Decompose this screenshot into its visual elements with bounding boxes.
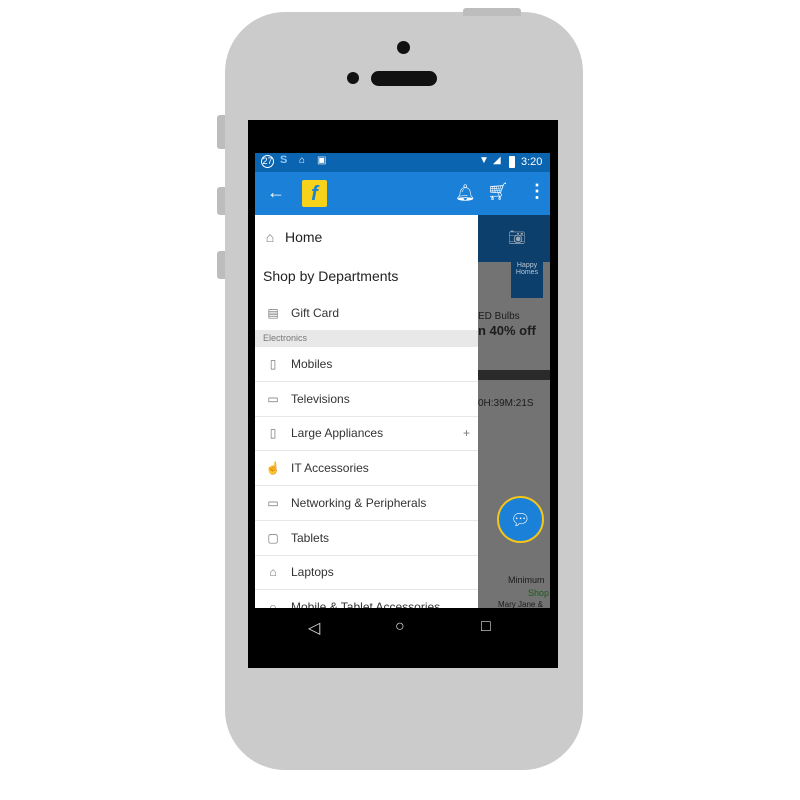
drawer-item[interactable]: ▭ Networking & Peripherals	[255, 486, 478, 521]
back-nav-icon[interactable]: ◁	[308, 618, 320, 638]
home-nav-icon[interactable]: ○	[395, 618, 405, 636]
mobile-icon: ▯	[269, 357, 277, 371]
app-bar: ← f 🔔︎ 🛒︎ ⋮	[255, 172, 550, 215]
drawer-item-label: Large Appliances	[291, 426, 384, 441]
drawer-item[interactable]: ▭ Televisions	[255, 382, 478, 417]
banner-line: ED Bulbs	[478, 311, 520, 322]
navigation-drawer: ⌂ Home Shop by Departments ▤ Gift Card E…	[255, 215, 478, 608]
drawer-item-label: Laptops	[291, 565, 334, 580]
headphones-icon: ∩	[268, 599, 278, 608]
mouse-icon: ☝	[265, 461, 281, 476]
gift-card-label: Gift Card	[291, 305, 340, 320]
notification-badge-icon: 27	[261, 155, 274, 168]
image-icon: ▣	[317, 155, 327, 166]
back-arrow-icon[interactable]: ←	[267, 182, 285, 203]
section-title: Shop by Departments	[263, 268, 399, 284]
bell-icon[interactable]: 🔔︎	[455, 183, 475, 203]
drawer-item[interactable]: ▢ Tablets	[255, 521, 478, 556]
chat-icon: 💬︎	[510, 511, 531, 529]
front-camera	[397, 41, 410, 54]
android-nav-bar: ◁ ○ □	[255, 608, 550, 648]
drawer-item[interactable]: ▯ Large Appliances +	[255, 416, 478, 452]
power-button	[463, 8, 521, 16]
drawer-item[interactable]: ☝ IT Accessories	[255, 451, 478, 487]
drawer-item-label: Networking & Peripherals	[291, 495, 427, 510]
drawer-item[interactable]: ⌂ Laptops	[255, 555, 478, 591]
printer-icon: ▭	[267, 495, 279, 510]
battery-icon	[509, 156, 515, 168]
drawer-item[interactable]: ∩ Mobile & Tablet Accessories	[255, 590, 478, 608]
status-bar: 27 S ⌂ ▣ ▼ ◢ 3:20	[255, 153, 550, 172]
more-options-icon[interactable]: ⋮	[528, 181, 546, 202]
brand-text: Mary Jane &	[498, 600, 543, 608]
tablet-icon: ▢	[267, 530, 279, 545]
drawer-scrim[interactable]: 📷︎ Happy Homes ED Bulbs n 40% off 0H:39M…	[478, 215, 550, 608]
cleaner-icon: ⌂	[299, 155, 306, 166]
clock: 3:20	[521, 156, 543, 168]
recents-nav-icon[interactable]: □	[481, 618, 491, 636]
screen: 27 S ⌂ ▣ ▼ ◢ 3:20 ← f 🔔︎ 🛒︎ ⋮ 📷︎ Happy H…	[255, 153, 550, 608]
drawer-item-label: Mobile & Tablet Accessories	[291, 599, 441, 608]
drawer-gift-card[interactable]: ▤ Gift Card	[255, 295, 478, 330]
deal-timer: 0H:39M:21S	[478, 398, 534, 409]
fridge-icon: ▯	[269, 426, 277, 441]
wifi-icon: ▼	[479, 155, 489, 166]
tv-icon: ▭	[267, 391, 279, 406]
volume-down-button	[217, 251, 225, 279]
drawer-item-label: IT Accessories	[291, 461, 369, 476]
s-app-icon: S	[280, 154, 288, 166]
drawer-item-label: Tablets	[291, 530, 330, 545]
drawer-item-label: Televisions	[291, 391, 350, 406]
home-label: Home	[285, 228, 323, 245]
chat-fab[interactable]: 💬︎	[497, 496, 544, 543]
gift-card-icon: ▤	[267, 305, 279, 320]
mute-switch	[217, 115, 225, 149]
drawer-item[interactable]: ▯ Mobiles	[255, 347, 478, 382]
banner-discount: n 40% off	[478, 323, 536, 338]
earpiece-speaker	[371, 71, 437, 86]
offer-text: Minimum	[508, 575, 545, 585]
drawer-home[interactable]: ⌂ Home	[255, 215, 478, 258]
signal-icon: ◢	[493, 155, 501, 166]
laptop-icon: ⌂	[269, 565, 277, 580]
home-icon: ⌂	[265, 228, 275, 245]
proximity-sensor	[347, 72, 359, 84]
camera-icon[interactable]: 📷︎	[508, 229, 526, 246]
flipkart-logo[interactable]: f	[302, 180, 327, 207]
cart-icon[interactable]: 🛒︎	[487, 182, 509, 202]
group-header: Electronics	[255, 330, 478, 347]
volume-up-button	[217, 187, 225, 215]
drawer-item-label: Mobiles	[291, 357, 333, 371]
shop-link: Shop	[528, 588, 550, 598]
expand-icon[interactable]: +	[463, 426, 470, 440]
happy-homes-badge: Happy Homes	[511, 262, 543, 298]
